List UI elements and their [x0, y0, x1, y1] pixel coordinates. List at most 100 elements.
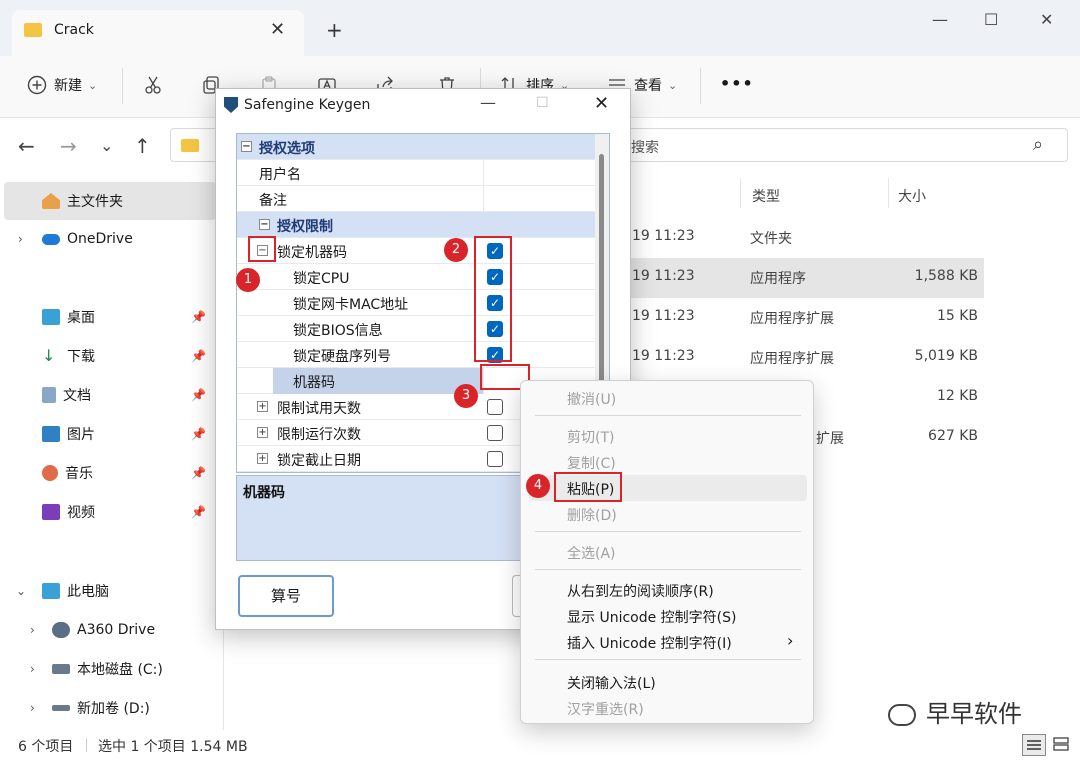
cut-icon[interactable] — [142, 74, 164, 96]
search-icon[interactable]: ⌕ — [1033, 134, 1043, 155]
category-label: 授权选项 — [259, 141, 315, 157]
chevron-right-icon[interactable]: › — [30, 623, 35, 637]
sidebar-item-videos[interactable]: 视频 📌 — [0, 493, 212, 531]
sidebar-item-a360[interactable]: › A360 Drive — [0, 611, 212, 649]
table-row[interactable]: 19 11:23 应用程序 1,588 KB — [600, 258, 984, 298]
expand-icon[interactable]: + — [257, 401, 268, 412]
chevron-right-icon[interactable]: › — [18, 232, 23, 246]
row-date: 19 11:23 — [632, 308, 695, 324]
chevron-down-icon: ⌄ — [88, 78, 98, 92]
details-view-button[interactable] — [1022, 734, 1046, 756]
property-row[interactable]: 锁定硬盘序列号 ✓ — [237, 342, 597, 368]
table-row[interactable]: 19 11:23 文件夹 — [600, 218, 984, 258]
menu-item-reconvert[interactable]: 汉字重选(R) — [529, 695, 807, 721]
minimize-button[interactable]: — — [932, 10, 948, 29]
row-size: 1,588 KB — [914, 268, 978, 284]
column-header-type[interactable]: 类型 — [752, 186, 780, 206]
sidebar-item-label: OneDrive — [67, 231, 133, 247]
annotation-box — [474, 236, 512, 362]
sidebar-item-drive-d[interactable]: › 新加卷 (D:) — [0, 689, 212, 727]
tiles-view-button[interactable] — [1050, 734, 1074, 756]
chevron-right-icon[interactable]: › — [30, 662, 35, 676]
remark-field[interactable] — [483, 186, 597, 212]
expand-icon[interactable]: + — [257, 427, 268, 438]
menu-item-rtl[interactable]: 从右到左的阅读顺序(R) — [529, 577, 807, 603]
more-options-button[interactable]: ••• — [720, 74, 754, 93]
sidebar-item-this-pc[interactable]: ⌄ 此电脑 — [0, 572, 212, 610]
category-row[interactable]: − 授权选项 — [237, 134, 597, 160]
close-dialog-button[interactable]: ✕ — [594, 93, 609, 114]
chevron-down-icon[interactable]: ⌄ — [16, 584, 26, 598]
property-row[interactable]: 锁定CPU ✓ — [237, 264, 597, 290]
menu-item-undo[interactable]: 撤消(U) — [529, 385, 807, 411]
pin-icon: 📌 — [191, 310, 206, 324]
menu-item-delete[interactable]: 删除(D) — [529, 501, 807, 527]
title-bar: Crack ✕ + — ☐ ✕ — [0, 0, 1080, 56]
trial-days-checkbox[interactable] — [487, 399, 503, 415]
property-row[interactable]: 锁定网卡MAC地址 ✓ — [237, 290, 597, 316]
expand-icon[interactable]: + — [257, 453, 268, 464]
property-row[interactable]: 备注 — [237, 186, 597, 212]
menu-item-show-unicode[interactable]: 显示 Unicode 控制字符(S) — [529, 603, 807, 629]
navigation-pane: 主文件夹 › OneDrive 桌面 📌 ↓ 下载 📌 文档 📌 图片 📌 音乐… — [0, 176, 224, 730]
maximize-button[interactable]: ☐ — [984, 10, 998, 29]
new-tab-button[interactable]: + — [326, 18, 343, 42]
property-row[interactable]: 用户名 — [237, 160, 597, 186]
sidebar-item-label: 桌面 — [67, 310, 95, 326]
menu-item-close-ime[interactable]: 关闭输入法(L) — [529, 669, 807, 695]
table-row[interactable]: 19 11:23 应用程序扩展 15 KB — [600, 298, 984, 338]
category-row[interactable]: − 授权限制 — [237, 212, 597, 238]
close-window-button[interactable]: ✕ — [1040, 10, 1053, 29]
menu-item-insert-unicode[interactable]: 插入 Unicode 控制字符(I) › — [529, 629, 807, 655]
row-size: 627 KB — [928, 428, 978, 444]
annotation-box — [248, 236, 276, 262]
collapse-icon[interactable]: − — [259, 219, 270, 230]
sidebar-item-downloads[interactable]: ↓ 下载 📌 — [0, 337, 212, 375]
run-count-checkbox[interactable] — [487, 425, 503, 441]
close-tab-icon[interactable]: ✕ — [270, 19, 285, 40]
plus-circle-icon — [26, 74, 48, 96]
tab-crack[interactable]: Crack ✕ — [12, 10, 304, 56]
property-row[interactable]: 锁定BIOS信息 ✓ — [237, 316, 597, 342]
maximize-button: ☐ — [536, 95, 549, 111]
step-badge: 1 — [236, 268, 260, 292]
sidebar-item-home[interactable]: 主文件夹 — [4, 182, 216, 220]
search-input[interactable]: 搜索 ⌕ — [600, 128, 1068, 162]
sidebar-item-label: 视频 — [67, 505, 95, 521]
minimize-button[interactable]: — — [480, 93, 496, 112]
sidebar-item-drive-c[interactable]: › 本地磁盘 (C:) — [0, 650, 212, 688]
username-field[interactable] — [483, 160, 597, 186]
sidebar-item-desktop[interactable]: 桌面 📌 — [0, 298, 212, 336]
row-type: 应用程序扩展 — [750, 351, 834, 367]
sidebar-item-label: 本地磁盘 (C:) — [77, 662, 163, 678]
video-icon — [42, 504, 60, 520]
table-row[interactable]: 19 11:23 应用程序扩展 5,019 KB — [600, 338, 984, 378]
menu-item-select-all[interactable]: 全选(A) — [529, 539, 807, 565]
menu-separator — [535, 415, 801, 416]
column-divider — [740, 178, 741, 208]
row-date: 19 11:23 — [632, 228, 695, 244]
scrollbar-thumb[interactable] — [599, 154, 604, 414]
sidebar-item-music[interactable]: 音乐 📌 — [0, 454, 212, 492]
collapse-icon[interactable]: − — [241, 141, 252, 152]
menu-separator — [535, 659, 801, 660]
property-label: 锁定硬盘序列号 — [293, 349, 391, 365]
chevron-right-icon[interactable]: › — [30, 701, 35, 715]
chevron-right-icon: › — [787, 631, 794, 650]
forward-button[interactable]: → — [60, 134, 77, 158]
property-label: 限制运行次数 — [277, 427, 361, 443]
sidebar-item-label: 此电脑 — [67, 584, 109, 600]
sidebar-item-pictures[interactable]: 图片 📌 — [0, 415, 212, 453]
sidebar-item-onedrive[interactable]: › OneDrive — [0, 220, 212, 258]
new-button[interactable]: 新建 ⌄ — [26, 74, 97, 96]
property-row[interactable]: − 锁定机器码 ✓ — [237, 238, 597, 264]
back-button[interactable]: ← — [18, 134, 35, 158]
recent-locations-button[interactable]: ⌄ — [100, 136, 113, 155]
generate-button[interactable]: 算号 — [238, 575, 334, 617]
menu-item-cut[interactable]: 剪切(T) — [529, 423, 807, 449]
expiry-date-checkbox[interactable] — [487, 451, 503, 467]
column-header-size[interactable]: 大小 — [898, 186, 926, 206]
up-button[interactable]: ↑ — [134, 134, 151, 158]
sidebar-item-documents[interactable]: 文档 📌 — [0, 376, 212, 414]
document-icon — [42, 387, 56, 403]
